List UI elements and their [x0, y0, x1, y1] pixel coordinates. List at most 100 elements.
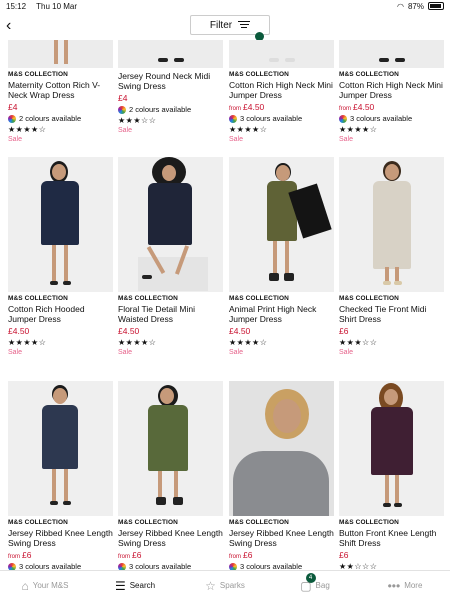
- product-image[interactable]: [8, 157, 113, 292]
- price-value: £6: [339, 550, 349, 560]
- colour-options[interactable]: 3 colours available: [8, 562, 113, 570]
- status-time: 15:12: [6, 1, 27, 11]
- rating-stars: ★★☆☆☆: [339, 562, 378, 570]
- tab-label: Bag: [315, 581, 330, 590]
- product-image[interactable]: [229, 157, 334, 292]
- sale-label: Sale: [339, 349, 354, 356]
- colour-options[interactable]: 3 colours available: [339, 114, 444, 123]
- product-card[interactable]: M&S COLLECTION Jersey Ribbed Knee Length…: [118, 381, 223, 570]
- product-title[interactable]: Floral Tie Detail Mini Waisted Dress: [118, 304, 223, 324]
- rating-stars: ★★★★☆: [339, 125, 378, 134]
- product-title[interactable]: Cotton Rich Hooded Jumper Dress: [8, 304, 113, 324]
- product-title[interactable]: Button Front Knee Length Shift Dress: [339, 528, 444, 548]
- product-card[interactable]: M&S COLLECTION Jersey Ribbed Knee Length…: [8, 381, 113, 570]
- status-right: ◠ 87%: [397, 2, 444, 11]
- sale-label: Sale: [118, 349, 133, 356]
- battery-icon: [428, 2, 444, 10]
- rating-stars: ★★★★☆: [118, 338, 157, 347]
- price-from: from: [339, 106, 351, 112]
- product-image[interactable]: [8, 40, 113, 68]
- product-title[interactable]: Jersey Ribbed Knee Length Swing Dress: [118, 528, 223, 548]
- sale-label: Sale: [229, 136, 244, 143]
- tab-label: Search: [129, 581, 156, 590]
- product-price: from £4.50: [339, 102, 444, 112]
- product-title[interactable]: Maternity Cotton Rich V-Neck Wrap Dress: [8, 80, 113, 100]
- colour-options[interactable]: 3 colours available: [118, 562, 223, 570]
- rating-stars: ★★★★☆: [229, 125, 268, 134]
- colour-swatch-icon: [118, 105, 126, 114]
- tab-bag[interactable]: ▢ 4 Bag: [270, 571, 360, 600]
- tab-sparks[interactable]: ☆ Sparks: [180, 571, 270, 600]
- back-button[interactable]: ‹: [6, 18, 22, 34]
- product-image[interactable]: [229, 40, 334, 68]
- bottom-tab-bar: ⌂ Your M&S ☰ Search ☆ Sparks ▢ 4 Bag ••• …: [0, 570, 450, 600]
- product-title[interactable]: Jersey Ribbed Knee Length Swing Dress: [8, 528, 113, 548]
- product-card[interactable]: M&S COLLECTION Maternity Cotton Rich V-N…: [8, 40, 113, 143]
- price-value: £4.50: [353, 102, 375, 112]
- tab-label: Your M&S: [32, 581, 69, 590]
- product-price: from £4.50: [229, 102, 334, 112]
- price-from: from: [118, 554, 130, 560]
- product-title[interactable]: Jersey Round Neck Midi Swing Dress: [118, 71, 223, 91]
- product-price: from £6: [118, 550, 223, 560]
- chevron-left-icon: ‹: [6, 17, 12, 34]
- product-card[interactable]: M&S COLLECTION Jersey Ribbed Knee Length…: [229, 381, 334, 570]
- product-card[interactable]: M&S COLLECTION Cotton Rich Hooded Jumper…: [8, 157, 113, 356]
- product-title[interactable]: Cotton Rich High Neck Mini Jumper Dress: [339, 80, 444, 100]
- product-title[interactable]: Jersey Ribbed Knee Length Swing Dress: [229, 528, 334, 548]
- product-image[interactable]: [339, 381, 444, 516]
- product-image[interactable]: [339, 40, 444, 68]
- price-value: £4.50: [229, 326, 251, 336]
- product-brand: M&S COLLECTION: [339, 295, 399, 302]
- product-price: from £6: [229, 550, 334, 560]
- product-brand: M&S COLLECTION: [118, 295, 178, 302]
- sale-label: Sale: [8, 349, 23, 356]
- status-bar: 15:12 Thu 10 Mar ◠ 87%: [0, 0, 450, 12]
- colour-options[interactable]: 3 colours available: [229, 114, 334, 123]
- price-value: £6: [132, 550, 142, 560]
- product-image[interactable]: [118, 40, 223, 68]
- price-value: £4: [118, 93, 128, 103]
- colour-options[interactable]: 3 colours available: [229, 562, 334, 570]
- battery-percent: 87%: [407, 1, 424, 11]
- product-card[interactable]: M&S COLLECTION Button Front Knee Length …: [339, 381, 444, 570]
- status-left: 15:12 Thu 10 Mar: [6, 2, 85, 11]
- price-value: £6: [339, 326, 349, 336]
- rating-stars: ★★★★☆: [229, 338, 268, 347]
- product-image[interactable]: [118, 157, 223, 292]
- product-brand: M&S COLLECTION: [229, 295, 289, 302]
- product-card[interactable]: M&S COLLECTION Floral Tie Detail Mini Wa…: [118, 157, 223, 356]
- product-card[interactable]: M&S COLLECTION Checked Tie Front Midi Sh…: [339, 157, 444, 356]
- product-image[interactable]: [339, 157, 444, 292]
- colour-swatch-icon: [339, 114, 347, 123]
- product-price: £4.50: [8, 326, 113, 336]
- product-title[interactable]: Cotton Rich High Neck Mini Jumper Dress: [229, 80, 334, 100]
- price-value: £4.50: [118, 326, 140, 336]
- tab-search[interactable]: ☰ Search: [90, 571, 180, 600]
- colour-options[interactable]: 2 colours available: [118, 105, 223, 114]
- price-from: from: [229, 106, 241, 112]
- product-title[interactable]: Checked Tie Front Midi Shirt Dress: [339, 304, 444, 324]
- tab-your-ms[interactable]: ⌂ Your M&S: [0, 571, 90, 600]
- product-image[interactable]: [118, 381, 223, 516]
- colour-count: 3 colours available: [350, 114, 413, 123]
- colour-count: 3 colours available: [19, 562, 82, 570]
- product-price: £4: [8, 102, 113, 112]
- product-image[interactable]: [8, 381, 113, 516]
- product-title[interactable]: Animal Print High Neck Jumper Dress: [229, 304, 334, 324]
- home-icon: ⌂: [21, 578, 29, 593]
- rating-stars: ★★★★☆: [8, 338, 47, 347]
- filter-label: Filter: [209, 19, 233, 31]
- product-card[interactable]: M&S COLLECTION Animal Print High Neck Ju…: [229, 157, 334, 356]
- colour-count: 2 colours available: [19, 114, 82, 123]
- colour-swatch-icon: [229, 114, 237, 123]
- price-value: £4.50: [8, 326, 30, 336]
- colour-count: 3 colours available: [129, 562, 192, 570]
- product-card[interactable]: Jersey Round Neck Midi Swing Dress £4 2 …: [118, 40, 223, 134]
- product-card[interactable]: M&S COLLECTION Cotton Rich High Neck Min…: [229, 40, 334, 143]
- colour-options[interactable]: 2 colours available: [8, 114, 113, 123]
- tab-more[interactable]: ••• More: [360, 571, 450, 600]
- product-image[interactable]: [229, 381, 334, 516]
- product-brand: M&S COLLECTION: [8, 519, 68, 526]
- product-card[interactable]: M&S COLLECTION Cotton Rich High Neck Min…: [339, 40, 444, 143]
